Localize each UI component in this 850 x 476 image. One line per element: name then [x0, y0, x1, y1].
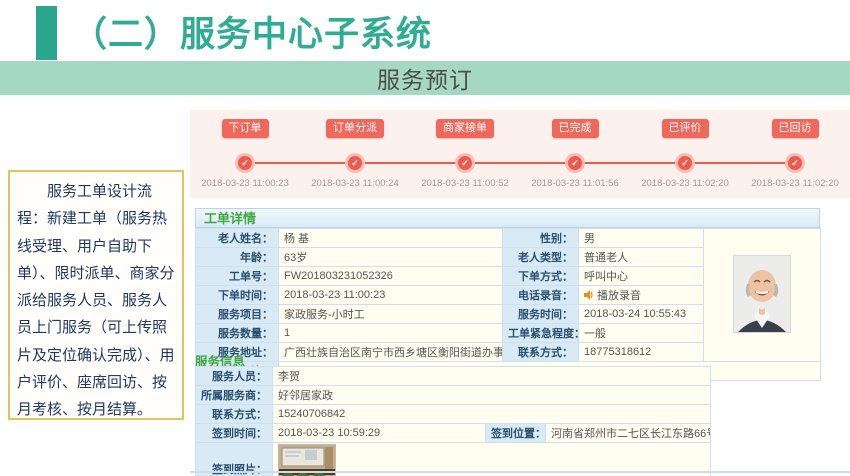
step-timestamp: 2018-03-23 11:02:20 [641, 178, 729, 189]
step-button-followup[interactable]: 已回访 [772, 119, 819, 138]
check-icon: ✓ [565, 153, 585, 173]
timeline-step-followup: 已回访 ✓ 2018-03-23 11:02:20 [740, 110, 850, 198]
page-title: （二）服务中心子系统 [72, 6, 432, 57]
field-label: 联系方式： [503, 343, 579, 362]
service-time-value: 2018-03-24 10:55:43 [579, 305, 704, 324]
field-label: 服务项目： [196, 305, 279, 324]
service-quantity-value: 1 [279, 324, 503, 343]
field-label: 老人类型： [503, 248, 579, 267]
order-number-value: FW201803231052326 [279, 267, 503, 286]
field-label: 所属服务商： [196, 386, 273, 405]
step-button-completed[interactable]: 已完成 [552, 119, 599, 138]
field-label: 工单紧急程度： [503, 324, 579, 343]
check-icon: ✓ [455, 153, 475, 173]
play-recording-button[interactable]: 播放录音 [584, 287, 641, 303]
age-value: 63岁 [279, 248, 503, 267]
elder-type-value: 普通老人 [579, 248, 704, 267]
step-timestamp: 2018-03-23 11:01:56 [531, 178, 619, 189]
checkin-location-value: 河南省郑州市二七区长江东路66号院 [546, 424, 711, 443]
field-label: 工单号： [196, 267, 279, 286]
speaker-icon [584, 290, 594, 300]
play-recording-label: 播放录音 [597, 287, 641, 303]
field-label: 签到位置： [486, 424, 546, 443]
gender-value: 男 [579, 229, 704, 248]
section-banner: 服务预订 [0, 61, 850, 95]
field-label: 年龄： [196, 248, 279, 267]
slide: （二）服务中心子系统 服务预订 服务工单设计流程：新建工单（服务热线受理、用户自… [0, 0, 850, 476]
order-tracking-main: 下订单 ✓ 2018-03-23 11:00:23 订单分派 ✓ 2018-03… [190, 110, 850, 476]
timeline-step-rated: 已评价 ✓ 2018-03-23 11:02:20 [630, 110, 740, 198]
field-label: 下单方式： [503, 267, 579, 286]
table-row: 所属服务商： 好邻居家政 [196, 386, 711, 405]
order-detail-panel: 工单详情 老人姓名： 杨 基 性别： 男 [195, 208, 820, 381]
contact-phone-value: 18775318612 [579, 343, 704, 362]
field-label: 服务人员： [196, 367, 273, 386]
step-timestamp: 2018-03-23 11:00:52 [421, 178, 509, 189]
banner-label: 服务预订 [377, 61, 473, 95]
order-status-timeline: 下订单 ✓ 2018-03-23 11:00:23 订单分派 ✓ 2018-03… [190, 110, 850, 198]
elder-photo-cell [704, 229, 821, 362]
table-row: 老人姓名： 杨 基 性别： 男 [196, 229, 821, 248]
urgency-value: 一般 [579, 324, 704, 343]
order-method-value: 呼叫中心 [579, 267, 704, 286]
service-info-table: 服务人员： 李贺 所属服务商： 好邻居家政 联系方式： 15240706842 … [195, 366, 711, 476]
timeline-step-completed: 已完成 ✓ 2018-03-23 11:01:56 [520, 110, 630, 198]
field-label: 服务数量： [196, 324, 279, 343]
step-button-rated[interactable]: 已评价 [662, 119, 709, 138]
field-label: 电话录音： [503, 286, 579, 305]
service-address-value: 广西壮族自治区南宁市西乡塘区衡阳街道办事处南铁北中区社区居委会 [279, 343, 503, 362]
order-detail-title: 工单详情 [195, 208, 820, 228]
phone-recording-cell: 播放录音 [579, 286, 704, 305]
check-icon: ✓ [235, 153, 255, 173]
table-row: 签到时间： 2018-03-23 10:59:29 签到位置： 河南省郑州市二七… [196, 424, 711, 443]
step-timestamp: 2018-03-23 11:00:23 [201, 178, 289, 189]
elder-name-value: 杨 基 [279, 229, 503, 248]
field-label: 老人姓名： [196, 229, 279, 248]
step-timestamp: 2018-03-23 11:02:20 [751, 178, 839, 189]
order-detail-table: 老人姓名： 杨 基 性别： 男 [195, 228, 821, 381]
field-label: 联系方式： [196, 405, 273, 424]
order-time-value: 2018-03-23 11:00:23 [279, 286, 503, 305]
check-icon: ✓ [675, 153, 695, 173]
step-timestamp: 2018-03-23 11:00:24 [311, 178, 399, 189]
timeline-step-merchant-accept: 商家接单 ✓ 2018-03-23 11:00:52 [410, 110, 520, 198]
step-button-merchant-accept[interactable]: 商家接单 [436, 119, 494, 138]
service-item-value: 家政服务-小时工 [279, 305, 503, 324]
worker-contact-value: 15240706842 [273, 405, 711, 424]
process-note-box: 服务工单设计流程：新建工单（服务热线受理、用户自助下单）、限时派单、商家分派给服… [8, 170, 184, 420]
table-row: 联系方式： 15240706842 [196, 405, 711, 424]
checkin-time-value: 2018-03-23 10:59:29 [273, 424, 486, 443]
service-info-panel: 服务人员： 李贺 所属服务商： 好邻居家政 联系方式： 15240706842 … [195, 366, 711, 476]
field-label: 服务时间： [503, 305, 579, 324]
timeline-step-dispatch: 订单分派 ✓ 2018-03-23 11:00:24 [300, 110, 410, 198]
service-provider-value: 好邻居家政 [273, 386, 711, 405]
table-row: 服务人员： 李贺 [196, 367, 711, 386]
process-note-text: 服务工单设计流程：新建工单（服务热线受理、用户自助下单）、限时派单、商家分派给服… [17, 178, 175, 424]
field-label: 性别： [503, 229, 579, 248]
field-label: 签到时间： [196, 424, 273, 443]
timeline-step-place-order: 下订单 ✓ 2018-03-23 11:00:23 [190, 110, 300, 198]
check-icon: ✓ [345, 153, 365, 173]
step-button-place-order[interactable]: 下订单 [222, 119, 269, 138]
field-label: 下单时间： [196, 286, 279, 305]
title-accent-bar [36, 6, 57, 60]
elder-portrait-photo [733, 255, 791, 333]
service-worker-value: 李贺 [273, 367, 711, 386]
check-icon: ✓ [785, 153, 805, 173]
panel-bottom-edge [190, 471, 850, 473]
step-button-dispatch[interactable]: 订单分派 [326, 119, 384, 138]
